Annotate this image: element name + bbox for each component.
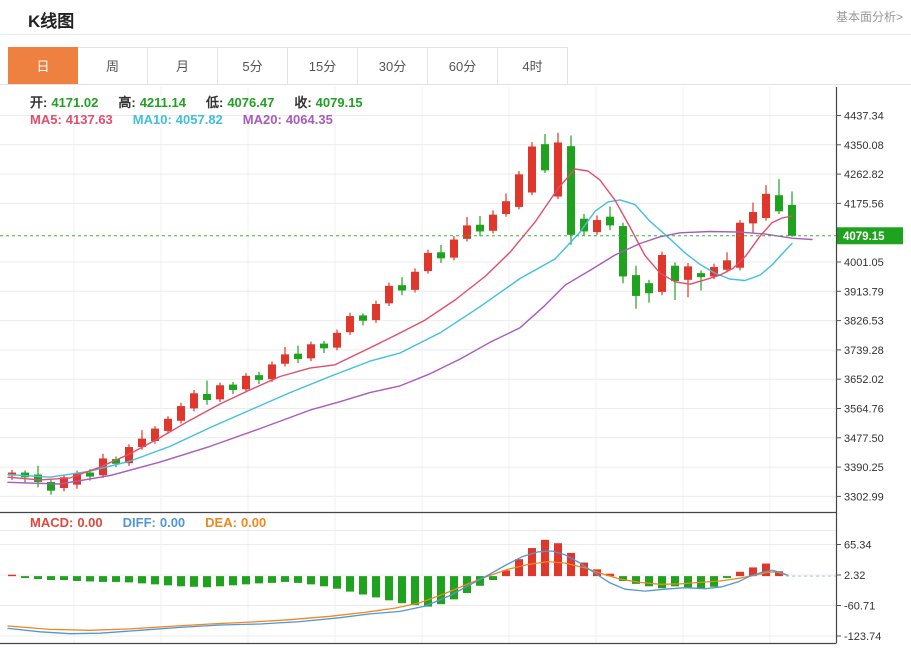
svg-text:4350.08: 4350.08 — [844, 140, 884, 152]
tab-60分[interactable]: 60分 — [428, 47, 498, 84]
ma-item: MA10:4057.82 — [133, 112, 227, 127]
timeframe-tabs: 日周月5分15分30分60分4时 — [8, 47, 568, 84]
dea-line — [8, 562, 788, 631]
macd-hist-layer — [8, 540, 783, 607]
svg-text:3826.53: 3826.53 — [844, 316, 884, 328]
svg-text:2.32: 2.32 — [844, 570, 865, 582]
macd-legend-item: DEA:0.00 — [205, 515, 270, 530]
tab-月[interactable]: 月 — [148, 47, 218, 84]
ma-item: MA20:4064.35 — [243, 112, 337, 127]
tab-30分[interactable]: 30分 — [358, 47, 428, 84]
candles-layer — [8, 133, 796, 495]
tab-5分[interactable]: 5分 — [218, 47, 288, 84]
tab-日[interactable]: 日 — [8, 47, 78, 84]
ohlc-item: 低:4076.47 — [206, 95, 278, 110]
svg-text:3477.50: 3477.50 — [844, 433, 884, 445]
svg-text:4262.82: 4262.82 — [844, 169, 884, 181]
svg-text:4175.56: 4175.56 — [844, 198, 884, 210]
svg-text:3652.02: 3652.02 — [844, 374, 884, 386]
ma-item: MA5:4137.63 — [30, 112, 117, 127]
svg-text:-60.71: -60.71 — [844, 601, 875, 613]
tab-周[interactable]: 周 — [78, 47, 148, 84]
ohlc-item: 收:4079.15 — [294, 95, 366, 110]
ma10-line — [8, 200, 792, 477]
svg-text:-123.74: -123.74 — [844, 631, 881, 643]
svg-text:4001.05: 4001.05 — [844, 257, 884, 269]
kline-page: K线图 基本面分析> 日周月5分15分30分60分4时 开:4171.02 高:4… — [0, 0, 911, 649]
svg-text:3564.76: 3564.76 — [844, 403, 884, 415]
ohlc-item: 开:4171.02 — [30, 95, 102, 110]
macd-axis-labels: 65.34 2.32 -60.71 -123.74 — [836, 540, 881, 643]
header-divider — [0, 34, 911, 35]
ma20-line — [8, 232, 812, 485]
timeframe-tabbar: 日周月5分15分30分60分4时 — [0, 47, 911, 85]
macd-legend-item: MACD:0.00 — [30, 515, 107, 530]
svg-text:3302.99: 3302.99 — [844, 491, 884, 503]
svg-text:4437.34: 4437.34 — [844, 111, 884, 123]
ma5-line — [8, 169, 792, 480]
page-title: K线图 — [28, 7, 74, 32]
ma-info-row: MA5:4137.63 MA10:4057.82 MA20:4064.35 — [30, 112, 353, 127]
ohlc-item: 高:4211.14 — [118, 95, 190, 110]
svg-text:3913.79: 3913.79 — [844, 286, 884, 298]
current-price-badge: 4079.15 — [837, 227, 903, 244]
tab-4时[interactable]: 4时 — [498, 47, 568, 84]
macd-legend-item: DIFF:0.00 — [123, 515, 190, 530]
svg-text:3739.28: 3739.28 — [844, 345, 884, 357]
ohlc-info-row: 开:4171.02 高:4211.14 低:4076.47 收:4079.15 — [30, 92, 383, 111]
svg-text:4079.15: 4079.15 — [843, 231, 885, 243]
fundamental-analysis-link[interactable]: 基本面分析> — [836, 8, 903, 25]
diff-line — [8, 551, 788, 634]
svg-text:3390.25: 3390.25 — [844, 462, 884, 474]
macd-info-row: MACD:0.00 DIFF:0.00 DEA:0.00 — [30, 515, 286, 530]
tab-15分[interactable]: 15分 — [288, 47, 358, 84]
axis-layer — [0, 87, 837, 644]
grid-layer — [0, 87, 836, 644]
y-axis-labels: 4437.34 4350.08 4262.82 4175.56 4001.05 3913.… — [836, 111, 884, 504]
svg-text:65.34: 65.34 — [844, 540, 872, 552]
